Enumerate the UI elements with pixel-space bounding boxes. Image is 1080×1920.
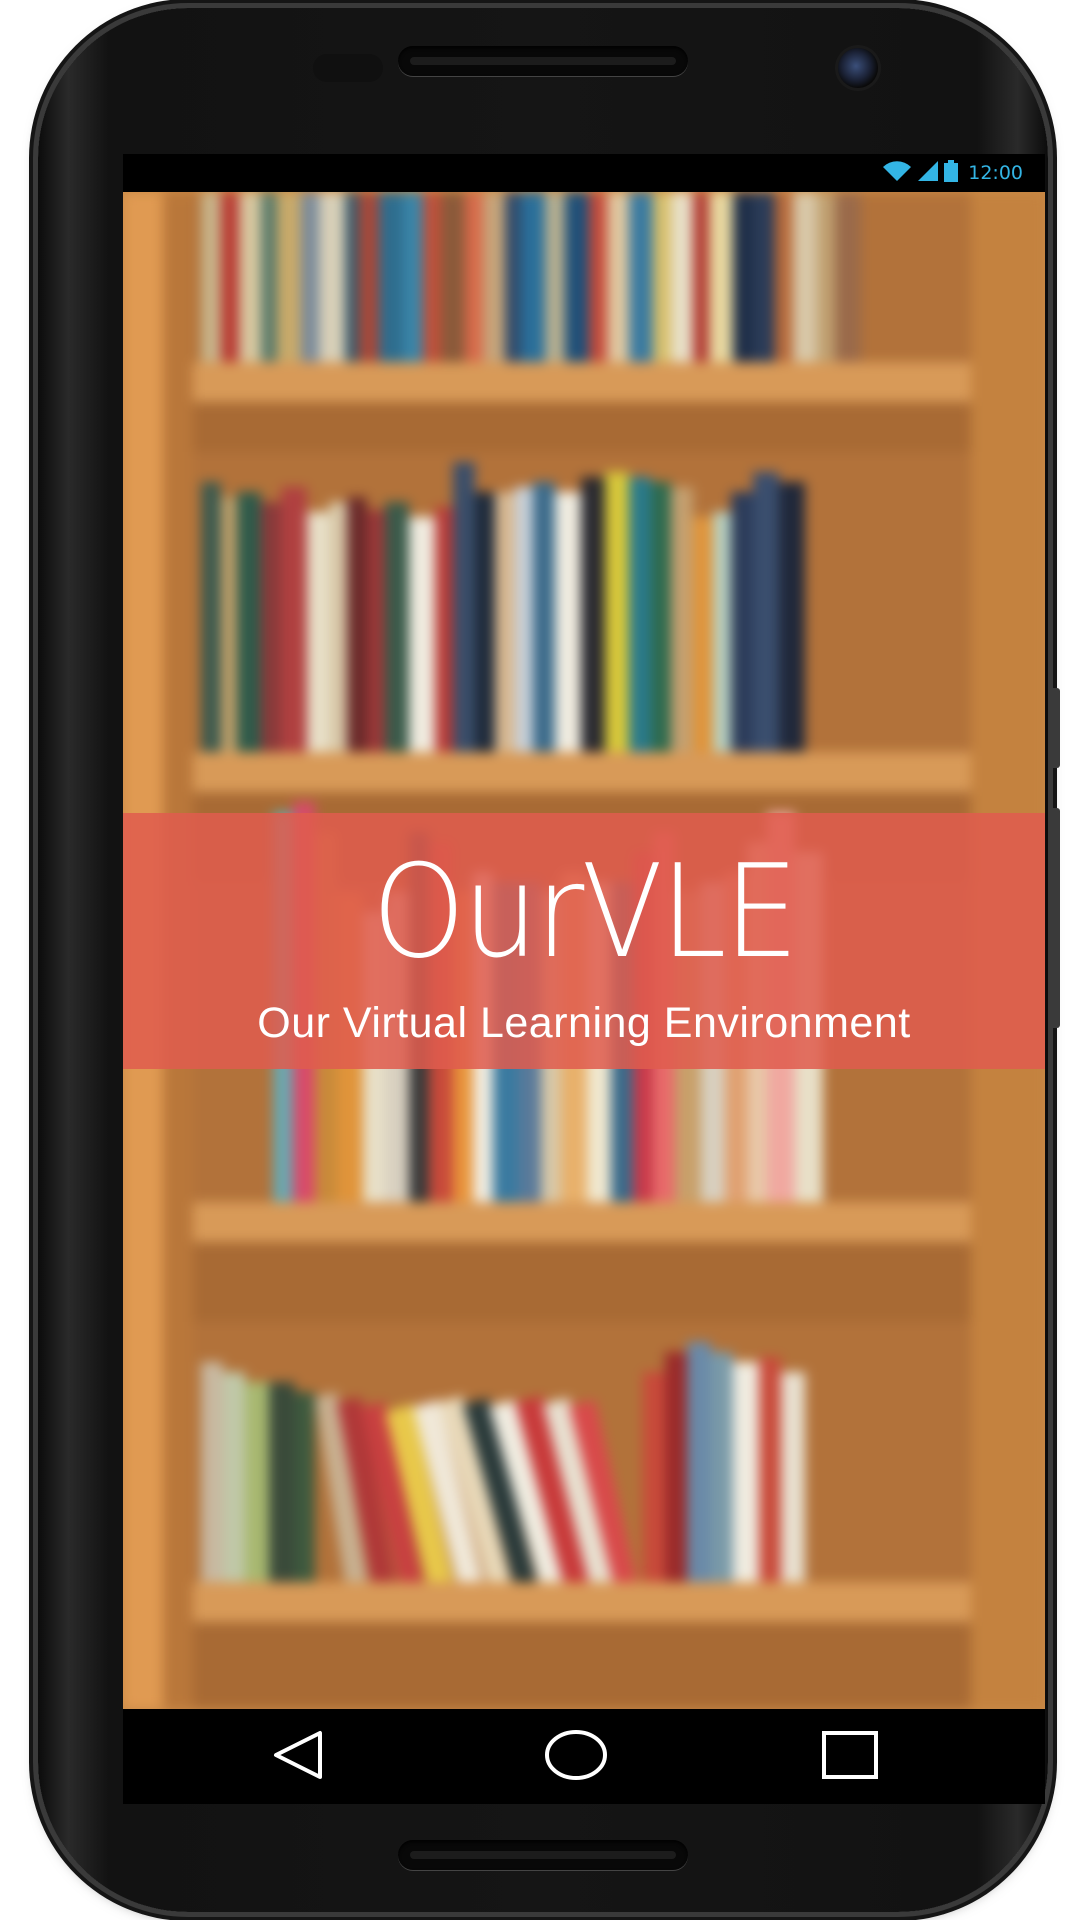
status-time: 12:00 <box>968 162 1023 184</box>
navigation-bar <box>123 1709 1045 1804</box>
front-camera <box>838 48 878 88</box>
page: 12:00 OurVLE Our Virtual Learning Enviro… <box>0 0 1080 1920</box>
app-subtitle: Our Virtual Learning Environment <box>257 999 911 1047</box>
back-triangle-icon <box>270 1729 326 1785</box>
volume-button[interactable] <box>1052 808 1060 1028</box>
bottom-speaker <box>398 1840 688 1870</box>
status-bar: 12:00 <box>123 154 1045 192</box>
title-banner: OurVLE Our Virtual Learning Environment <box>123 813 1045 1069</box>
back-button[interactable] <box>263 1727 333 1787</box>
status-icons: 12:00 <box>882 160 1023 186</box>
signal-icon <box>916 160 940 186</box>
earpiece-speaker <box>398 46 688 76</box>
battery-icon <box>944 160 959 186</box>
splash-screen: OurVLE Our Virtual Learning Environment <box>123 192 1045 1709</box>
home-button[interactable] <box>541 1727 611 1787</box>
recents-square-icon <box>820 1729 880 1785</box>
power-button[interactable] <box>1052 688 1060 768</box>
home-circle-icon <box>544 1729 608 1785</box>
wifi-icon <box>882 160 912 186</box>
app-title: OurVLE <box>371 838 799 987</box>
phone-frame: 12:00 OurVLE Our Virtual Learning Enviro… <box>38 8 1060 1912</box>
recents-button[interactable] <box>815 1727 885 1787</box>
screen: 12:00 OurVLE Our Virtual Learning Enviro… <box>123 154 1045 1804</box>
proximity-sensor <box>313 54 383 82</box>
